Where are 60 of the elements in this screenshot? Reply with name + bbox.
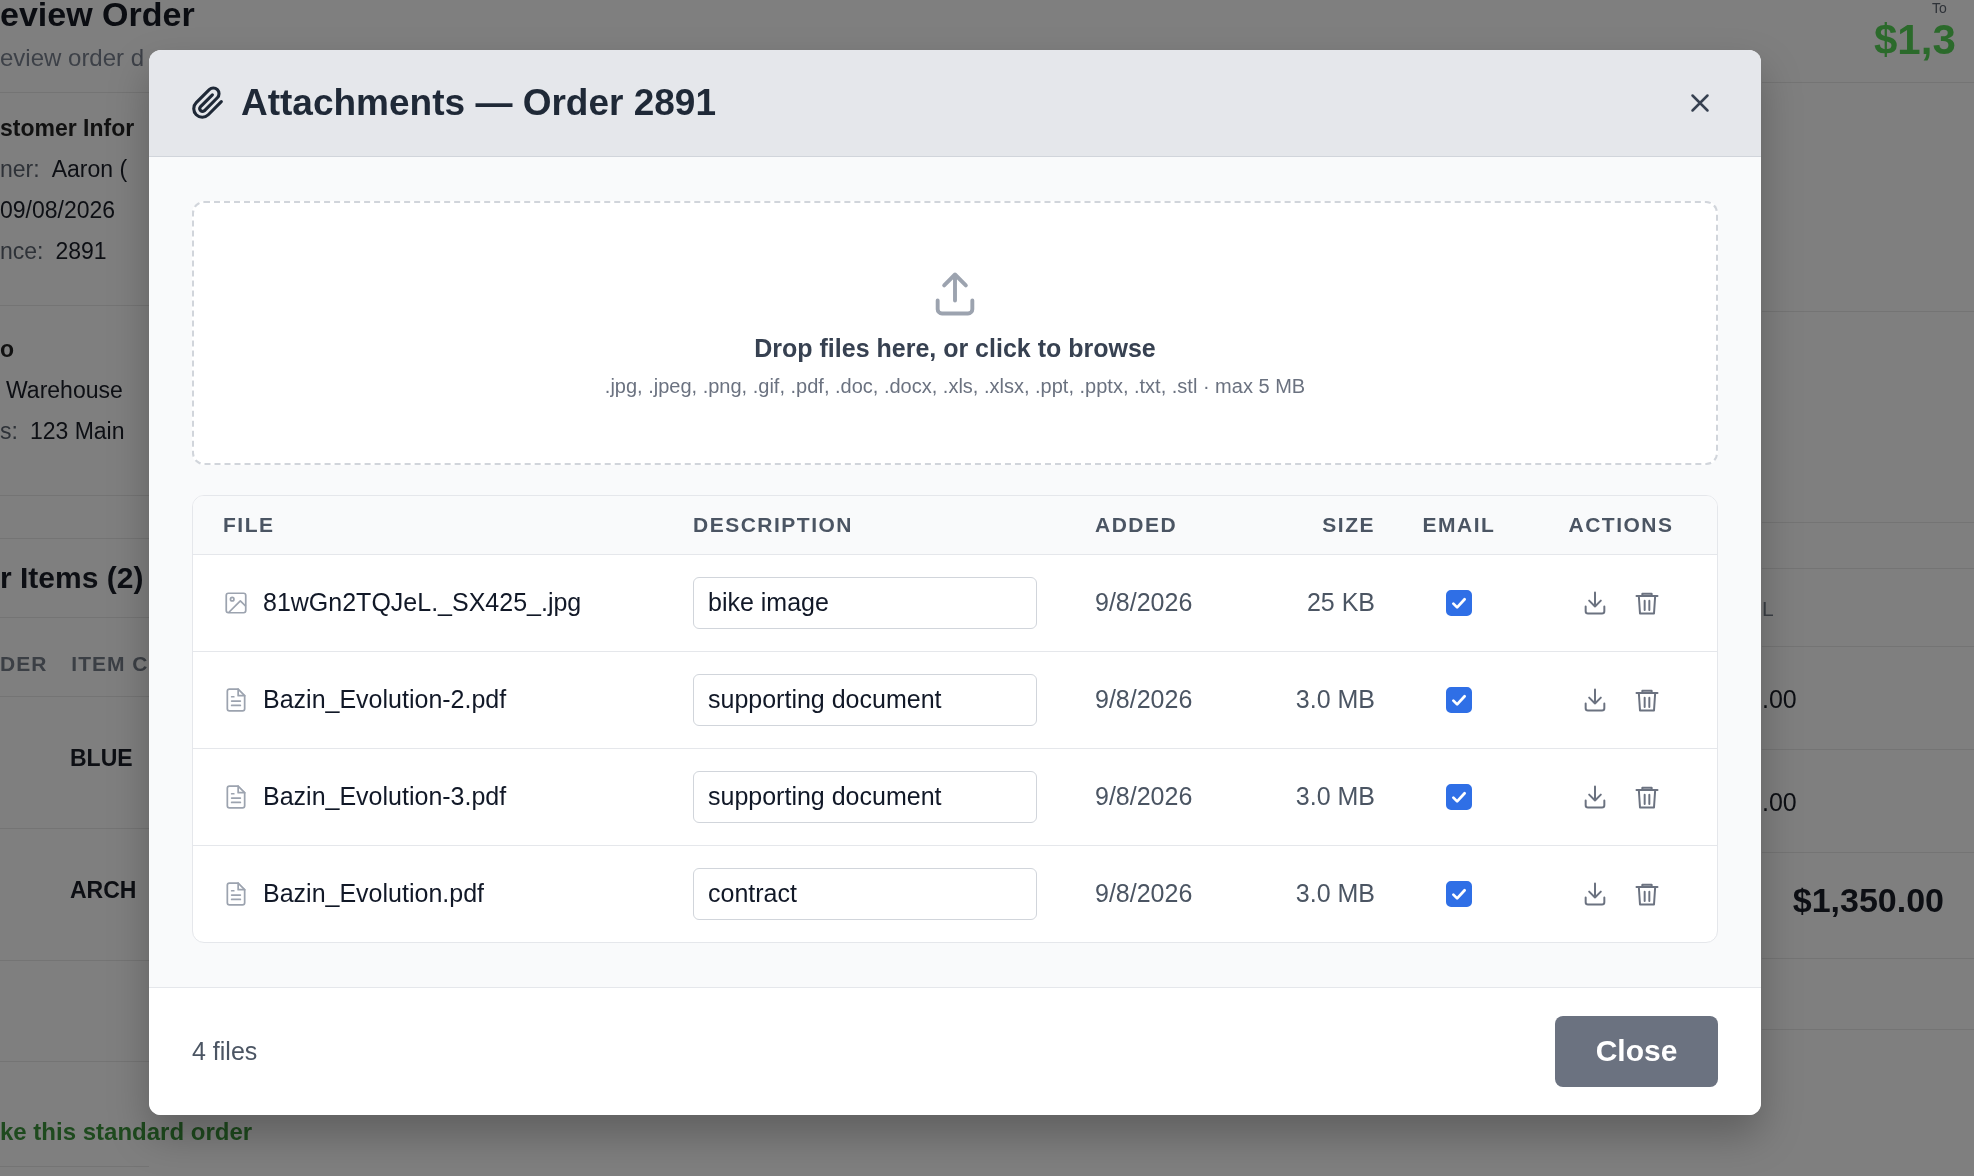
grand-total: $1,350.00 [1792,881,1945,920]
file-size: 3.0 MB [1295,782,1375,812]
section-title: stomer Infor [0,115,136,142]
email-checkbox[interactable] [1446,686,1472,713]
column-header: DER [0,652,48,676]
table-cell-text: BLUE [69,744,134,773]
field-label: nce: [0,238,44,265]
file-size: 3.0 MB [1295,685,1375,715]
dropzone-hint: .jpg, .jpeg, .png, .gif, .pdf, .doc, .docx, .xls, .xlsx, .ppt, .pptx, .txt, .stl · max 5 MB [604,374,1306,398]
description-field[interactable]: supporting document [693,673,1037,726]
file-count: 4 files [192,1036,258,1066]
field-value: Aaron ( [51,156,128,183]
file-name: 81wGn2TQJeL._SX425_.jpg [263,588,582,618]
column-header: ADDED [1095,512,1179,537]
column-header: FILE [222,512,276,537]
column-header: EMAIL [1421,512,1497,537]
email-checkbox[interactable] [1446,589,1472,616]
file-size: 3.0 MB [1295,879,1375,909]
document-icon [223,783,249,810]
column-header: DESCRIPTION [693,512,854,537]
field-value: 123 Main [29,418,125,445]
column-header: SIZE [1321,512,1375,537]
field-value: 2891 [55,238,107,265]
close-button[interactable]: Close [1555,1015,1718,1087]
field-value: Warehouse [5,377,123,404]
description-field[interactable]: bike image [693,576,1037,629]
total-label: To [1931,0,1947,16]
document-icon [223,686,249,713]
description-field[interactable]: supporting document [693,770,1037,823]
table-cell-text: ARCH [69,876,138,905]
dropzone-text: Drop files here, or click to browse [754,333,1156,363]
file-name: Bazin_Evolution-2.pdf [263,685,507,715]
table-cell: .00 [1762,685,1797,714]
page-title: eview Order [0,0,195,34]
description-field[interactable]: contract [693,867,1037,920]
column-header: L [1762,597,1774,621]
section-title: o [0,336,16,363]
file-dropzone[interactable]: Drop files here, or click to browse .jpg, .jpeg, .png, .gif, .pdf, .doc, .docx, .xls, .xlsx, .ppt, .pptx, .txt, .stl · max 5 MB [192,200,1718,465]
total-amount: $1,3 [1873,16,1956,64]
document-icon [223,880,249,907]
paperclip-icon [191,85,225,120]
file-size: 25 KB [1306,588,1375,618]
image-file-icon [223,589,249,616]
field-value: 09/08/2026 [0,197,116,224]
dialog-title: Attachments — Order 2891 [241,81,717,124]
date-added: 9/8/2026 [1095,588,1193,618]
section-title: r Items (2) [0,561,145,595]
email-checkbox[interactable] [1446,783,1472,810]
column-header: ACTIONS [1567,512,1675,537]
page-subtitle: eview order d [0,44,146,72]
date-added: 9/8/2026 [1095,782,1193,812]
column-header: ITEM C [71,652,149,676]
field-label: s: [0,418,18,445]
file-name: Bazin_Evolution.pdf [263,879,484,909]
date-added: 9/8/2026 [1095,685,1193,715]
table-cell: .00 [1762,788,1797,817]
file-name: Bazin_Evolution-3.pdf [263,782,507,812]
field-label: ner: [0,156,40,183]
date-added: 9/8/2026 [1095,879,1193,909]
email-checkbox[interactable] [1446,880,1472,907]
